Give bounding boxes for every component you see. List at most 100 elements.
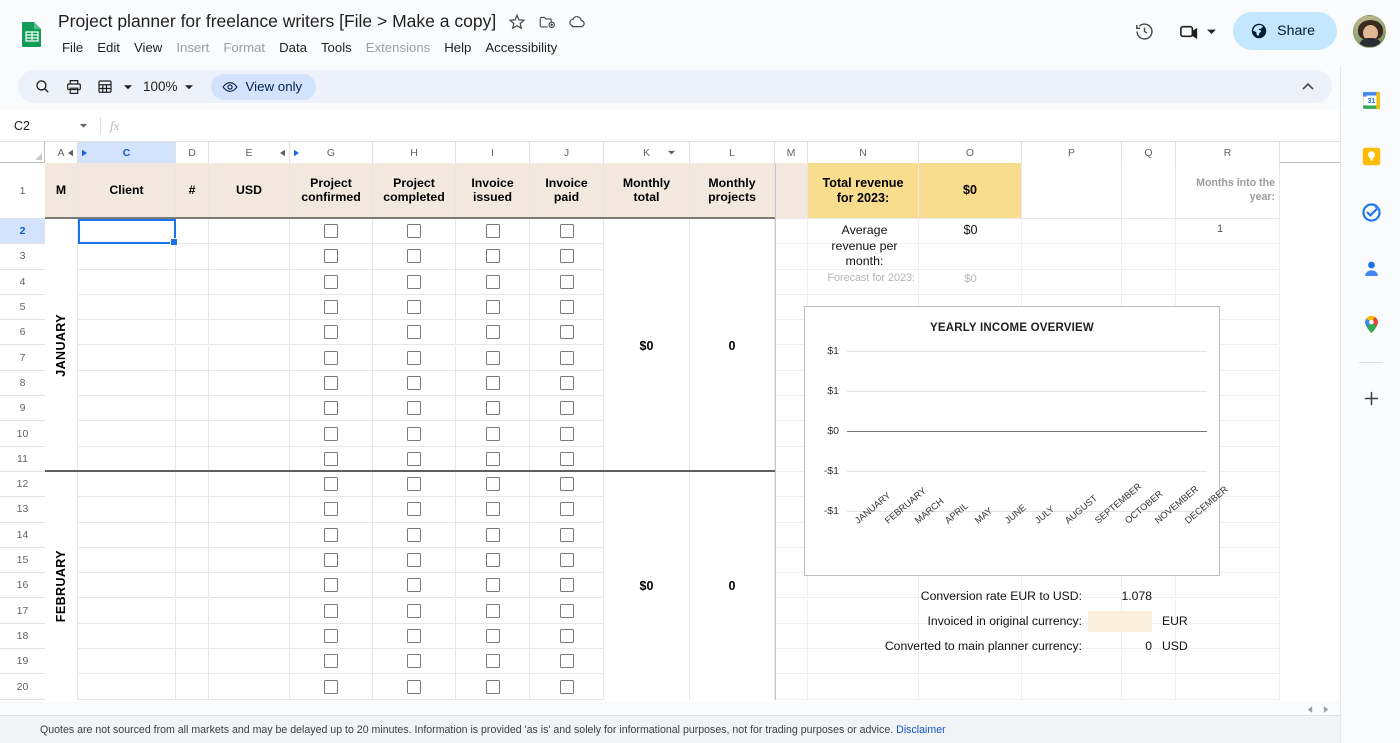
checkbox-H4[interactable] — [407, 275, 421, 289]
row-header-2[interactable]: 2 — [0, 219, 45, 244]
row-header-1[interactable]: 1 — [0, 163, 45, 219]
cell-G18[interactable] — [290, 624, 373, 649]
checkbox-I8[interactable] — [486, 376, 500, 390]
column-header-G[interactable]: G — [290, 142, 373, 163]
cell-E19[interactable] — [209, 649, 290, 674]
checkbox-J17[interactable] — [560, 604, 574, 618]
cell-C14[interactable] — [78, 523, 176, 548]
cell-H11[interactable] — [373, 447, 456, 472]
row-header-3[interactable]: 3 — [0, 244, 45, 269]
checkbox-G9[interactable] — [324, 401, 338, 415]
checkbox-I14[interactable] — [486, 528, 500, 542]
monthly-projects-january[interactable]: 0 — [690, 219, 775, 472]
add-on-plus-icon[interactable] — [1356, 383, 1386, 413]
cell-Q20[interactable] — [1122, 674, 1176, 699]
menu-accessibility[interactable]: Accessibility — [478, 38, 564, 57]
checkbox-G20[interactable] — [324, 680, 338, 694]
cell-D7[interactable] — [176, 346, 209, 371]
cell-I2[interactable] — [456, 219, 530, 244]
cell-E3[interactable] — [209, 244, 290, 269]
column-header-H[interactable]: H — [373, 142, 456, 163]
cell-D11[interactable] — [176, 447, 209, 472]
checkbox-G16[interactable] — [324, 578, 338, 592]
checkbox-J11[interactable] — [560, 452, 574, 466]
cell-C6[interactable] — [78, 320, 176, 345]
checkbox-I7[interactable] — [486, 351, 500, 365]
cell-D13[interactable] — [176, 497, 209, 522]
checkbox-H7[interactable] — [407, 351, 421, 365]
print-icon[interactable] — [58, 73, 89, 100]
checkbox-G3[interactable] — [324, 249, 338, 263]
row-header-18[interactable]: 18 — [0, 624, 45, 649]
checkbox-I13[interactable] — [486, 502, 500, 516]
checkbox-H6[interactable] — [407, 325, 421, 339]
checkbox-H19[interactable] — [407, 654, 421, 668]
cell-G12[interactable] — [290, 472, 373, 497]
cell-J12[interactable] — [530, 472, 604, 497]
cell-E4[interactable] — [209, 270, 290, 295]
meet-button[interactable] — [1170, 11, 1225, 51]
menu-format[interactable]: Format — [216, 38, 272, 57]
row-header-13[interactable]: 13 — [0, 497, 45, 522]
cell-E11[interactable] — [209, 447, 290, 472]
column-filter-icon[interactable] — [667, 148, 676, 160]
column-header-E[interactable]: E — [209, 142, 290, 163]
cell-E18[interactable] — [209, 624, 290, 649]
cell-O3[interactable] — [919, 244, 1022, 269]
cell-E14[interactable] — [209, 523, 290, 548]
cell-C9[interactable] — [78, 396, 176, 421]
cell-R4[interactable] — [1176, 270, 1280, 295]
checkbox-H16[interactable] — [407, 578, 421, 592]
cell-H5[interactable] — [373, 295, 456, 320]
cell-C19[interactable] — [78, 649, 176, 674]
row-header-12[interactable]: 12 — [0, 472, 45, 497]
checkbox-J7[interactable] — [560, 351, 574, 365]
cell-C12[interactable] — [78, 472, 176, 497]
checkbox-H11[interactable] — [407, 452, 421, 466]
checkbox-J8[interactable] — [560, 376, 574, 390]
row-header-9[interactable]: 9 — [0, 396, 45, 421]
checkbox-G19[interactable] — [324, 654, 338, 668]
header-cell-G[interactable]: Projectconfirmed — [290, 163, 373, 219]
header-cell-H[interactable]: Projectcompleted — [373, 163, 456, 219]
cell-G8[interactable] — [290, 371, 373, 396]
cell-I14[interactable] — [456, 523, 530, 548]
formula-input[interactable] — [119, 110, 1340, 141]
checkbox-G11[interactable] — [324, 452, 338, 466]
cell-H15[interactable] — [373, 548, 456, 573]
checkbox-H15[interactable] — [407, 553, 421, 567]
google-tasks-icon[interactable] — [1356, 197, 1386, 227]
cell-G15[interactable] — [290, 548, 373, 573]
header-cell-A[interactable]: M — [45, 163, 78, 219]
cell-M19[interactable] — [775, 649, 808, 674]
cell-E12[interactable] — [209, 472, 290, 497]
hidden-column-left-arrow-icon[interactable] — [67, 148, 74, 160]
row-header-11[interactable]: 11 — [0, 447, 45, 472]
column-header-Q[interactable]: Q — [1122, 142, 1176, 163]
column-header-A[interactable]: A — [45, 142, 78, 163]
checkbox-H5[interactable] — [407, 300, 421, 314]
cell-D16[interactable] — [176, 573, 209, 598]
cell-E10[interactable] — [209, 421, 290, 446]
checkbox-H14[interactable] — [407, 528, 421, 542]
cell-H6[interactable] — [373, 320, 456, 345]
cell-I15[interactable] — [456, 548, 530, 573]
paint-format-chevron-icon[interactable] — [120, 79, 136, 95]
menu-edit[interactable]: Edit — [90, 38, 127, 57]
checkbox-I15[interactable] — [486, 553, 500, 567]
header-cell-K[interactable]: Monthlytotal — [604, 163, 690, 219]
share-button[interactable]: Share — [1233, 12, 1337, 50]
cell-N20[interactable] — [808, 674, 919, 699]
total-revenue-label-cell[interactable]: Total revenuefor 2023: — [808, 163, 919, 219]
cell-I16[interactable] — [456, 573, 530, 598]
cell-P3[interactable] — [1022, 244, 1122, 269]
month-cell-january[interactable]: JANUARY — [45, 219, 78, 472]
checkbox-J2[interactable] — [560, 224, 574, 238]
column-header-C[interactable]: C — [78, 142, 176, 163]
row-header-16[interactable]: 16 — [0, 573, 45, 598]
cell-I12[interactable] — [456, 472, 530, 497]
row-header-15[interactable]: 15 — [0, 548, 45, 573]
page-title[interactable]: Project planner for freelance writers [F… — [58, 11, 496, 32]
checkbox-H12[interactable] — [407, 477, 421, 491]
cell-I7[interactable] — [456, 346, 530, 371]
